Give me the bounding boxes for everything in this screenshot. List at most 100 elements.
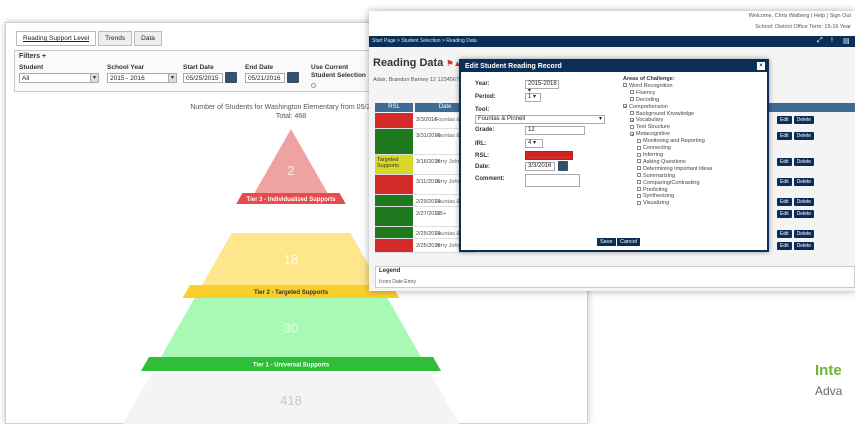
irl-select[interactable]: 4 ▾	[525, 139, 543, 148]
tier-value-label: 2	[287, 163, 294, 178]
area-checkbox-item[interactable]: Background Knowledge	[623, 111, 712, 118]
area-label: Monitoring and Reporting	[643, 138, 705, 145]
checkbox[interactable]	[623, 83, 627, 88]
period-select[interactable]: 1 ▾	[525, 93, 541, 102]
delete-button[interactable]: Delete	[793, 178, 815, 186]
edit-button[interactable]: Edit	[777, 178, 792, 186]
checkbox[interactable]: ✔	[623, 104, 627, 109]
cancel-button[interactable]: Cancel	[617, 238, 641, 246]
checkbox[interactable]	[637, 193, 641, 198]
area-checkbox-item[interactable]: ✔ Comprehension	[623, 104, 712, 111]
area-checkbox-item[interactable]: Monitoring and Reporting	[623, 138, 712, 145]
area-label: Inferring	[643, 151, 664, 158]
checkbox[interactable]	[637, 173, 641, 178]
edit-button[interactable]: Edit	[777, 198, 792, 206]
tier-category-label: Tier 3 - Individualized Supports	[247, 197, 337, 203]
area-checkbox-item[interactable]: Synthesizing	[623, 193, 712, 200]
checkbox[interactable]: ✔	[630, 117, 634, 122]
rsl-cell	[375, 113, 413, 128]
rsl-cell	[375, 175, 413, 194]
checkbox[interactable]	[637, 200, 641, 205]
row-actions: Edit Delete	[777, 210, 815, 218]
rsl-cell	[375, 207, 413, 226]
edit-button[interactable]: Edit	[777, 158, 792, 166]
area-checkbox-item[interactable]: ✔ Metacognitive	[623, 131, 712, 138]
grade-input[interactable]: 12	[525, 126, 585, 135]
screenshot-stage: Reading Support Level Trends Data Filter…	[0, 0, 855, 424]
area-label: Vocabulary	[636, 117, 664, 124]
checkbox[interactable]	[630, 124, 634, 129]
save-button[interactable]: Save	[597, 238, 616, 246]
area-checkbox-item[interactable]: Word Recognition	[623, 83, 712, 90]
table-header-right	[769, 103, 855, 112]
area-checkbox-item[interactable]: Asking Questions	[623, 159, 712, 166]
areas-title: Areas of Challenge:	[623, 76, 675, 82]
brand-subheading: Adva	[815, 384, 843, 398]
row-actions: Edit Delete	[777, 242, 815, 250]
area-checkbox-item[interactable]: Comparing/Contrasting	[623, 180, 712, 187]
delete-button[interactable]: Delete	[793, 230, 815, 238]
page-title: Reading Data ⚑▲	[373, 57, 461, 69]
date-input[interactable]: 3/3/2016	[525, 162, 555, 171]
area-checkbox-item[interactable]: Decoding	[623, 97, 712, 104]
year-select[interactable]: 2015-2016 ▾	[525, 80, 559, 94]
student-info: Adair, Brandon Barney 12 123456789	[373, 77, 466, 83]
legend-item: Icons Date Entry	[379, 279, 416, 285]
edit-button[interactable]: Edit	[777, 230, 792, 238]
area-checkbox-item[interactable]: ✔ Vocabulary	[623, 117, 712, 124]
school-term-text: School: District Office Term: 15-16 Year	[755, 24, 851, 30]
area-checkbox-item[interactable]: Visualizing	[623, 200, 712, 207]
edit-button[interactable]: Edit	[777, 210, 792, 218]
checkbox[interactable]	[630, 90, 634, 95]
area-label: Synthesizing	[643, 193, 675, 200]
info-icon[interactable]: !	[831, 37, 833, 44]
edit-button[interactable]: Edit	[777, 132, 792, 140]
checkbox[interactable]	[637, 180, 641, 185]
pyramid-tier-1[interactable]	[254, 129, 328, 193]
area-label: Text Structure	[636, 124, 670, 131]
comment-textarea[interactable]	[525, 174, 580, 187]
irl-label: IRL:	[475, 141, 487, 147]
breadcrumb[interactable]: Start Page > Student Selection > Reading…	[372, 38, 477, 44]
delete-button[interactable]: Delete	[793, 132, 815, 140]
delete-button[interactable]: Delete	[793, 242, 815, 250]
print-icon[interactable]: ▤	[843, 37, 850, 45]
area-checkbox-item[interactable]: Inferring	[623, 152, 712, 159]
checkbox[interactable]	[637, 138, 641, 143]
delete-button[interactable]: Delete	[793, 210, 815, 218]
edit-button[interactable]: Edit	[777, 116, 792, 124]
row-actions: Edit Delete	[777, 178, 815, 186]
expand-icon[interactable]: ⤢	[817, 37, 823, 45]
area-checkbox-item[interactable]: Predicting	[623, 187, 712, 194]
checkbox[interactable]	[630, 97, 634, 102]
row-actions: Edit Delete	[777, 132, 815, 140]
checkbox[interactable]	[630, 111, 634, 116]
edit-button[interactable]: Edit	[777, 242, 792, 250]
area-checkbox-item[interactable]: Determining Important Ideas	[623, 166, 712, 173]
checkbox[interactable]: ✔	[630, 131, 634, 136]
tier-value-label: 30	[284, 321, 298, 336]
rsl-column-header: RSL	[375, 103, 413, 112]
tier-value-label: 418	[280, 393, 302, 408]
area-checkbox-item[interactable]: Text Structure	[623, 124, 712, 131]
calendar-icon[interactable]	[558, 161, 568, 171]
delete-button[interactable]: Delete	[793, 198, 815, 206]
tool-select[interactable]: Fountas & Pinnell ▾	[475, 115, 605, 124]
close-icon[interactable]: ×	[757, 62, 765, 70]
checkbox[interactable]	[637, 152, 641, 157]
delete-button[interactable]: Delete	[793, 158, 815, 166]
edit-reading-record-dialog: Edit Student Reading Record × Year: 2015…	[459, 59, 769, 252]
area-checkbox-item[interactable]: Fluency	[623, 90, 712, 97]
checkbox[interactable]	[637, 145, 641, 150]
delete-button[interactable]: Delete	[793, 116, 815, 124]
tier-value-label: 18	[284, 252, 298, 267]
rsl-indicator: Individualized Supports	[525, 151, 573, 160]
checkbox[interactable]	[637, 159, 641, 164]
area-checkbox-item[interactable]: Connecting	[623, 145, 712, 152]
checkbox[interactable]	[637, 187, 641, 192]
area-checkbox-item[interactable]: Summarizing	[623, 173, 712, 180]
checkbox[interactable]	[637, 166, 641, 171]
area-label: Word Recognition	[629, 82, 673, 89]
breadcrumb-bar: Start Page > Student Selection > Reading…	[369, 36, 855, 47]
date-label: Date:	[475, 164, 491, 170]
